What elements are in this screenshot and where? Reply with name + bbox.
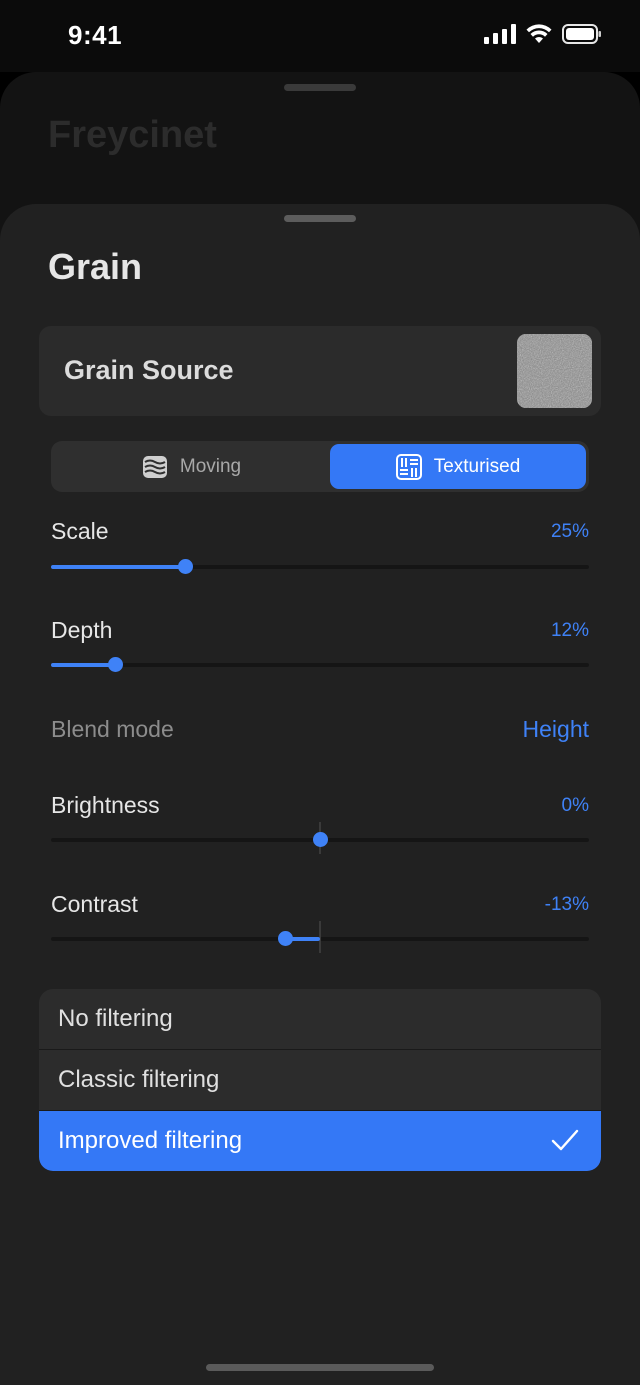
brightness-label: Brightness: [51, 792, 160, 818]
depth-label: Depth: [51, 617, 113, 643]
grain-source-card[interactable]: Grain Source: [39, 326, 601, 416]
background-sheet-title: Freycinet: [48, 114, 217, 156]
depth-slider[interactable]: [51, 657, 589, 672]
filter-option-no-filtering[interactable]: No filtering: [39, 989, 601, 1049]
filter-option-classic-filtering[interactable]: Classic filtering: [39, 1050, 601, 1110]
segment-texturised-label: Texturised: [433, 455, 521, 477]
brightness-value: 0%: [561, 795, 589, 816]
blend-mode-value[interactable]: Height: [523, 716, 589, 743]
brightness-slider-thumb[interactable]: [312, 832, 328, 847]
blend-mode-label: Blend mode: [51, 716, 174, 742]
filtering-options-list: No filtering Classic filtering Improved …: [39, 989, 601, 1171]
home-indicator: [206, 1364, 434, 1371]
texture-grid-icon: [395, 453, 422, 480]
grain-type-segmented-control: Moving Texturised: [51, 441, 589, 492]
status-bar: 9:41: [0, 0, 640, 72]
wave-stack-icon: [142, 455, 167, 478]
scale-slider[interactable]: [51, 559, 589, 574]
filter-option-label: No filtering: [58, 1005, 173, 1032]
sheet-handle[interactable]: [284, 215, 356, 222]
background-sheet-handle[interactable]: [284, 84, 356, 91]
filter-option-improved-filtering[interactable]: Improved filtering: [39, 1111, 601, 1171]
depth-slider-fill: [51, 663, 116, 667]
contrast-slider[interactable]: [51, 921, 589, 953]
filter-option-label: Classic filtering: [58, 1066, 220, 1093]
contrast-slider-thumb[interactable]: [277, 931, 293, 946]
checkmark-icon: [551, 1129, 579, 1151]
segment-moving-label: Moving: [179, 455, 242, 477]
scale-slider-thumb[interactable]: [178, 559, 193, 574]
scale-label: Scale: [51, 518, 109, 544]
status-icons: [484, 24, 602, 44]
segment-texturised[interactable]: Texturised: [330, 444, 586, 489]
contrast-label: Contrast: [51, 891, 138, 917]
signal-icon: [484, 24, 516, 44]
scale-value: 25%: [550, 521, 589, 542]
depth-slider-thumb[interactable]: [108, 657, 124, 672]
filter-option-label: Improved filtering: [58, 1127, 243, 1154]
sheet-title: Grain: [48, 246, 143, 287]
depth-value: 12%: [550, 620, 589, 641]
status-time: 9:41: [68, 20, 123, 50]
wifi-icon: [526, 24, 552, 43]
scale-slider-fill: [51, 565, 186, 569]
grain-source-thumbnail[interactable]: [517, 334, 592, 408]
contrast-value: -13%: [544, 894, 589, 915]
battery-icon: [562, 24, 601, 44]
segment-moving[interactable]: Moving: [54, 444, 329, 489]
brightness-slider[interactable]: [51, 822, 589, 854]
grain-source-label: Grain Source: [64, 355, 234, 385]
